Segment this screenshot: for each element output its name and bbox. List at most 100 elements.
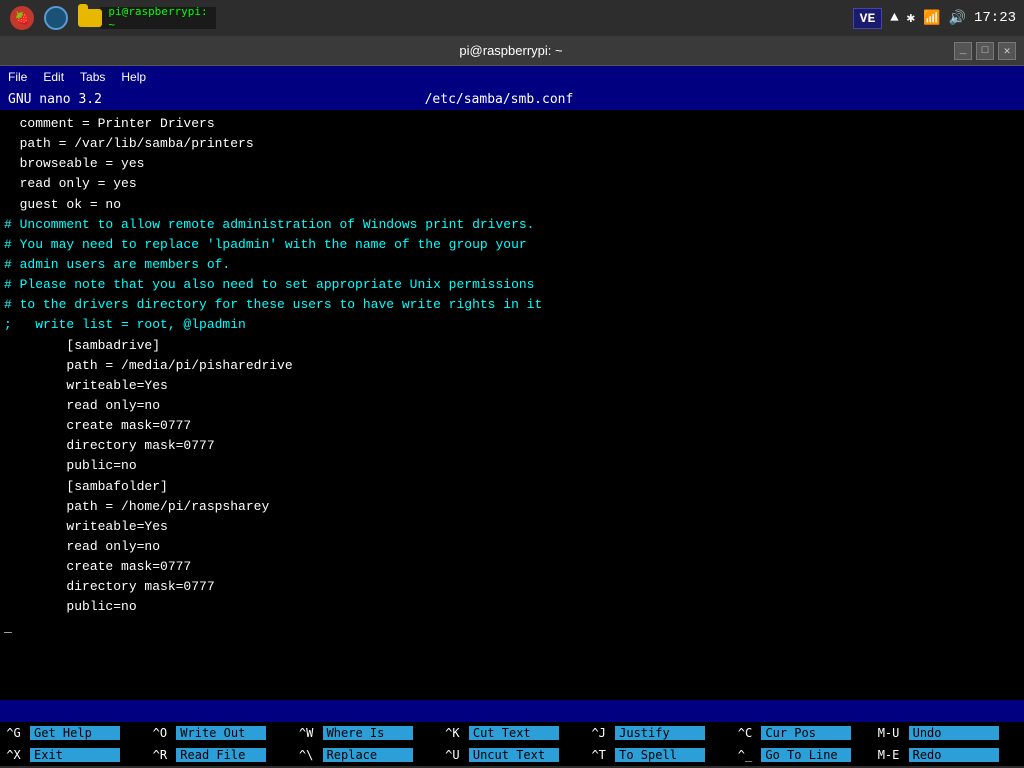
shortcut-item-0-0[interactable]: ^G Get Help	[0, 722, 146, 744]
content-line-16: create mask=0777	[0, 416, 1024, 436]
content-line-23: read only=no	[0, 537, 1024, 557]
shortcut-key-1-0: ^X	[0, 748, 30, 762]
terminal-title: pi@raspberrypi: ~	[68, 43, 954, 58]
shortcut-row-2: ^X Exit^R Read File^\ Replace^U Uncut Te…	[0, 744, 1024, 766]
shortcut-label-1-3: Uncut Text	[469, 748, 559, 762]
shortcut-label-1-1: Read File	[176, 748, 266, 762]
shortcut-key-0-5: ^C	[731, 726, 761, 740]
shortcut-item-0-4[interactable]: ^J Justify	[585, 722, 731, 744]
shortcut-label-0-5: Cur Pos	[761, 726, 851, 740]
shortcut-key-0-3: ^K	[439, 726, 469, 740]
content-line-12: [sambadrive]	[0, 336, 1024, 356]
shortcut-label-1-6: Redo	[909, 748, 999, 762]
close-button[interactable]: ✕	[998, 42, 1016, 60]
menu-help[interactable]: Help	[121, 70, 146, 84]
shortcut-label-0-2: Where Is	[323, 726, 413, 740]
content-line-26: public=no	[0, 597, 1024, 617]
shortcut-item-0-6[interactable]: M-U Undo	[878, 722, 1024, 744]
content-line-22: writeable=Yes	[0, 517, 1024, 537]
bluetooth-icon: ▲	[890, 10, 898, 26]
nano-filename: /etc/samba/smb.conf	[425, 92, 574, 107]
content-line-20: [sambafolder]	[0, 477, 1024, 497]
shortcut-label-0-4: Justify	[615, 726, 705, 740]
shortcut-key-0-4: ^J	[585, 726, 615, 740]
menu-file[interactable]: File	[8, 70, 27, 84]
system-bar-left: 🍓 $_ pi@raspberrypi: ~	[8, 4, 172, 32]
minimize-button[interactable]: _	[954, 42, 972, 60]
shortcut-key-1-6: M-E	[878, 748, 909, 762]
nano-header: GNU nano 3.2 /etc/samba/smb.conf	[0, 88, 1024, 110]
nano-statusbar	[0, 700, 1024, 722]
raspberry-pi-icon[interactable]: 🍓	[8, 4, 36, 32]
shortcut-key-1-1: ^R	[146, 748, 176, 762]
shortcut-label-1-4: To Spell	[615, 748, 705, 762]
shortcut-row-1: ^G Get Help^O Write Out^W Where Is^K Cut…	[0, 722, 1024, 744]
shortcut-item-0-1[interactable]: ^O Write Out	[146, 722, 292, 744]
system-bar: 🍓 $_ pi@raspberrypi: ~ VE ▲ ✱ 📶 🔊 17:23	[0, 0, 1024, 36]
content-line-3: read only = yes	[0, 174, 1024, 194]
content-line-14: writeable=Yes	[0, 376, 1024, 396]
wifi-icon: 📶	[923, 10, 940, 27]
terminal-titlebar: pi@raspberrypi: ~ _ □ ✕	[0, 36, 1024, 66]
content-line-15: read only=no	[0, 396, 1024, 416]
content-line-25: directory mask=0777	[0, 577, 1024, 597]
content-line-8: # Please note that you also need to set …	[0, 275, 1024, 295]
shortcut-key-0-2: ^W	[293, 726, 323, 740]
shortcut-item-1-3[interactable]: ^U Uncut Text	[439, 744, 585, 766]
content-line-13: path = /media/pi/pisharedrive	[0, 356, 1024, 376]
shortcut-label-0-3: Cut Text	[469, 726, 559, 740]
shortcut-key-1-2: ^\	[293, 748, 323, 762]
shortcut-label-1-2: Replace	[323, 748, 413, 762]
nano-shortcuts: ^G Get Help^O Write Out^W Where Is^K Cut…	[0, 722, 1024, 766]
shortcut-label-1-0: Exit	[30, 748, 120, 762]
nano-version: GNU nano 3.2	[8, 92, 102, 107]
nano-content[interactable]: comment = Printer Drivers path = /var/li…	[0, 110, 1024, 700]
ve-badge: VE	[853, 8, 883, 29]
shortcut-item-1-6[interactable]: M-E Redo	[878, 744, 1024, 766]
shortcut-item-1-1[interactable]: ^R Read File	[146, 744, 292, 766]
shortcut-key-0-1: ^O	[146, 726, 176, 740]
content-line-2: browseable = yes	[0, 154, 1024, 174]
shortcut-label-1-5: Go To Line	[761, 748, 851, 762]
shortcut-key-1-4: ^T	[585, 748, 615, 762]
shortcut-label-0-0: Get Help	[30, 726, 120, 740]
bluetooth-symbol: ✱	[907, 10, 915, 27]
shortcut-item-0-3[interactable]: ^K Cut Text	[439, 722, 585, 744]
shortcut-key-1-5: ^_	[731, 748, 761, 762]
shortcut-item-1-2[interactable]: ^\ Replace	[293, 744, 439, 766]
content-line-4: guest ok = no	[0, 195, 1024, 215]
shortcut-key-0-0: ^G	[0, 726, 30, 740]
browser-icon[interactable]	[42, 4, 70, 32]
shortcut-key-0-6: M-U	[878, 726, 909, 740]
system-bar-right: VE ▲ ✱ 📶 🔊 17:23	[853, 8, 1016, 29]
terminal-label-icon[interactable]: pi@raspberrypi: ~	[144, 4, 172, 32]
content-line-29: _	[0, 618, 1024, 638]
content-line-10: ; write list = root, @lpadmin	[0, 315, 1024, 335]
content-line-24: create mask=0777	[0, 557, 1024, 577]
audio-icon: 🔊	[949, 10, 966, 27]
window-controls: _ □ ✕	[954, 42, 1016, 60]
shortcut-label-0-6: Undo	[909, 726, 999, 740]
content-line-21: path = /home/pi/raspsharey	[0, 497, 1024, 517]
shortcut-label-0-1: Write Out	[176, 726, 266, 740]
shortcut-item-1-5[interactable]: ^_ Go To Line	[731, 744, 877, 766]
nano-menubar: File Edit Tabs Help	[0, 66, 1024, 88]
content-line-0: comment = Printer Drivers	[0, 114, 1024, 134]
menu-edit[interactable]: Edit	[43, 70, 64, 84]
content-line-7: # admin users are members of.	[0, 255, 1024, 275]
content-line-9: # to the drivers directory for these use…	[0, 295, 1024, 315]
content-line-6: # You may need to replace 'lpadmin' with…	[0, 235, 1024, 255]
maximize-button[interactable]: □	[976, 42, 994, 60]
content-line-18: public=no	[0, 456, 1024, 476]
shortcut-key-1-3: ^U	[439, 748, 469, 762]
shortcut-item-1-0[interactable]: ^X Exit	[0, 744, 146, 766]
content-line-17: directory mask=0777	[0, 436, 1024, 456]
content-line-5: # Uncomment to allow remote administrati…	[0, 215, 1024, 235]
shortcut-item-0-5[interactable]: ^C Cur Pos	[731, 722, 877, 744]
terminal-window: pi@raspberrypi: ~ _ □ ✕ File Edit Tabs H…	[0, 36, 1024, 766]
clock: 17:23	[974, 10, 1016, 26]
shortcut-item-1-4[interactable]: ^T To Spell	[585, 744, 731, 766]
menu-tabs[interactable]: Tabs	[80, 70, 105, 84]
content-line-1: path = /var/lib/samba/printers	[0, 134, 1024, 154]
shortcut-item-0-2[interactable]: ^W Where Is	[293, 722, 439, 744]
